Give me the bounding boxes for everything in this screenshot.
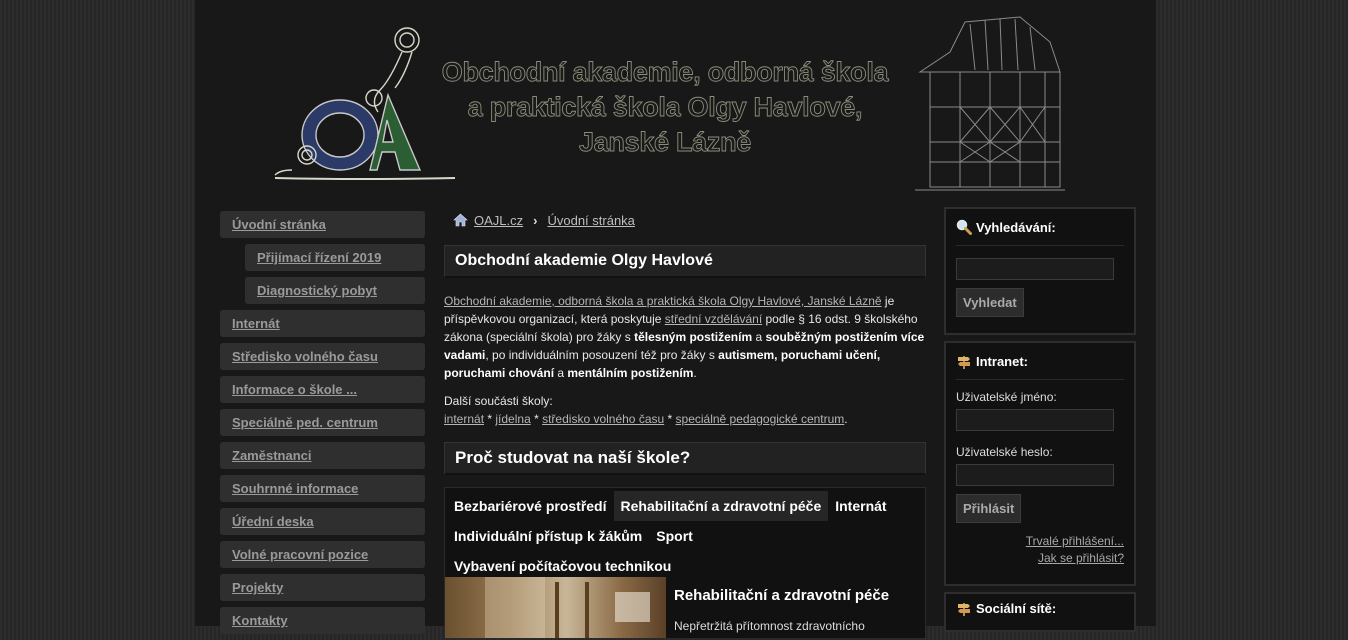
nav-item-informace[interactable]: Informace o škole ... <box>220 376 425 403</box>
slide-photo <box>445 577 666 638</box>
tab-rehabilitacni[interactable]: Rehabilitační a zdravotní péče <box>613 491 829 521</box>
slide-title: Rehabilitační a zdravotní péče <box>674 587 890 604</box>
intro-bold-4: mentálním postižením <box>567 366 694 380</box>
slide-text: Nepřetržitá přítomnost zdravotnícho <box>674 619 865 633</box>
secondary-education-link[interactable]: střední vzdělávání <box>665 312 762 326</box>
intro-bold-1: tělesným postižením <box>634 330 753 344</box>
signpost-icon <box>958 603 970 616</box>
tab-individualni[interactable]: Individuální přístup k žákům <box>447 521 649 551</box>
nav-item-uvodni-stranka[interactable]: Úvodní stránka <box>220 211 425 238</box>
intranet-box: Intranet: Uživatelské jméno: Uživatelské… <box>944 341 1136 586</box>
signpost-icon <box>958 356 970 369</box>
separator: * <box>484 412 496 426</box>
title-line-1: Obchodní akademie, odborná škola <box>441 57 889 88</box>
parts-end: . <box>844 412 848 426</box>
intro-paragraph: Obchodní akademie, odborná škola a prakt… <box>444 292 926 382</box>
password-label: Uživatelské heslo: <box>956 445 1053 459</box>
school-title: Obchodní akademie, odborná škola a prakt… <box>435 55 895 160</box>
search-box: Vyhledávání: Vyhledat <box>944 207 1136 335</box>
intro-text-4: , po individuálním posouzení též pro žák… <box>485 348 719 362</box>
nav-item-diagnosticky-pobyt[interactable]: Diagnostický pobyt <box>245 277 425 304</box>
how-to-login-link[interactable]: Jak se přihlásit? <box>956 550 1124 567</box>
home-icon[interactable] <box>453 213 468 227</box>
building-illustration <box>915 16 1065 191</box>
intro-text-6: . <box>693 366 697 380</box>
search-input[interactable] <box>956 258 1114 280</box>
social-box: Sociální sítě: <box>944 592 1136 632</box>
why-study-heading: Proč studovat na naší škole? <box>444 442 926 475</box>
part-link-stredisko[interactable]: středisko volného času <box>542 412 664 426</box>
breadcrumb-current-link[interactable]: Úvodní stránka <box>547 213 634 228</box>
username-input[interactable] <box>956 409 1114 431</box>
title-line-3: Janské Lázně <box>579 127 752 158</box>
nav-item-volne-pozice[interactable]: Volné pracovní pozice <box>220 541 425 568</box>
page-title: Obchodní akademie Olgy Havlové <box>444 245 926 278</box>
nav-item-projekty[interactable]: Projekty <box>220 574 425 601</box>
nav-item-uredni-deska[interactable]: Úřední deska <box>220 508 425 535</box>
separator: * <box>530 412 543 426</box>
page-container: Obchodní akademie, odborná škola a prakt… <box>195 0 1156 639</box>
right-sidebar: Vyhledávání: Vyhledat Intranet: Uživatel… <box>944 207 1136 638</box>
login-button[interactable]: Přihlásit <box>956 494 1022 523</box>
school-name-link[interactable]: Obchodní akademie, odborná škola a prakt… <box>444 294 882 308</box>
school-logo[interactable] <box>270 20 460 185</box>
social-title: Sociální sítě: <box>976 600 1057 616</box>
search-icon <box>956 219 972 235</box>
search-button[interactable]: Vyhledat <box>956 288 1024 317</box>
part-link-internat[interactable]: internát <box>444 412 484 426</box>
chevron-right-icon: › <box>533 212 538 228</box>
tab-internat[interactable]: Internát <box>828 491 893 521</box>
title-line-2: a praktická škola Olgy Havlové, <box>467 92 863 123</box>
school-parts-label: Další součásti školy: <box>444 394 553 408</box>
main-content: OAJL.cz › Úvodní stránka Obchodní akadem… <box>444 205 926 639</box>
separator: * <box>664 412 676 426</box>
tab-slide: Rehabilitační a zdravotní péče Nepřetrži… <box>445 577 925 638</box>
nav-item-souhrnne-informace[interactable]: Souhrnné informace <box>220 475 425 502</box>
nav-item-prijimaci-rizeni[interactable]: Přijímací řízení 2019 <box>245 244 425 271</box>
school-parts: Další součásti školy: internát * jídelna… <box>444 392 926 428</box>
username-label: Uživatelské jméno: <box>956 390 1057 404</box>
part-link-spc[interactable]: speciálně pedagogické centrum <box>676 412 845 426</box>
nav-item-specialne-centrum[interactable]: Speciálně ped. centrum <box>220 409 425 436</box>
header: Obchodní akademie, odborná škola a prakt… <box>195 0 1156 196</box>
part-link-jidelna[interactable]: jídelna <box>495 412 530 426</box>
tab-bezbarierove[interactable]: Bezbariérové prostředí <box>447 491 614 521</box>
intro-text-3: a <box>752 330 766 344</box>
breadcrumb-home-link[interactable]: OAJL.cz <box>474 213 523 228</box>
nav-item-internat[interactable]: Internát <box>220 310 425 337</box>
nav-item-kontakty[interactable]: Kontakty <box>220 607 425 634</box>
persistent-login-link[interactable]: Trvalé přihlášení... <box>956 533 1124 550</box>
intranet-title: Intranet: <box>976 353 1028 369</box>
nav-item-stredisko[interactable]: Středisko volného času <box>220 343 425 370</box>
password-input[interactable] <box>956 464 1114 486</box>
feature-tabs: Bezbariérové prostředí Rehabilitační a z… <box>444 487 926 639</box>
search-title: Vyhledávání: <box>976 219 1056 235</box>
nav-item-zamestnanci[interactable]: Zaměstnanci <box>220 442 425 469</box>
breadcrumb: OAJL.cz › Úvodní stránka <box>444 205 926 235</box>
intro-text-5: a <box>554 366 568 380</box>
tab-sport[interactable]: Sport <box>649 521 700 551</box>
left-navigation: Úvodní stránka Přijímací řízení 2019 Dia… <box>220 211 425 640</box>
